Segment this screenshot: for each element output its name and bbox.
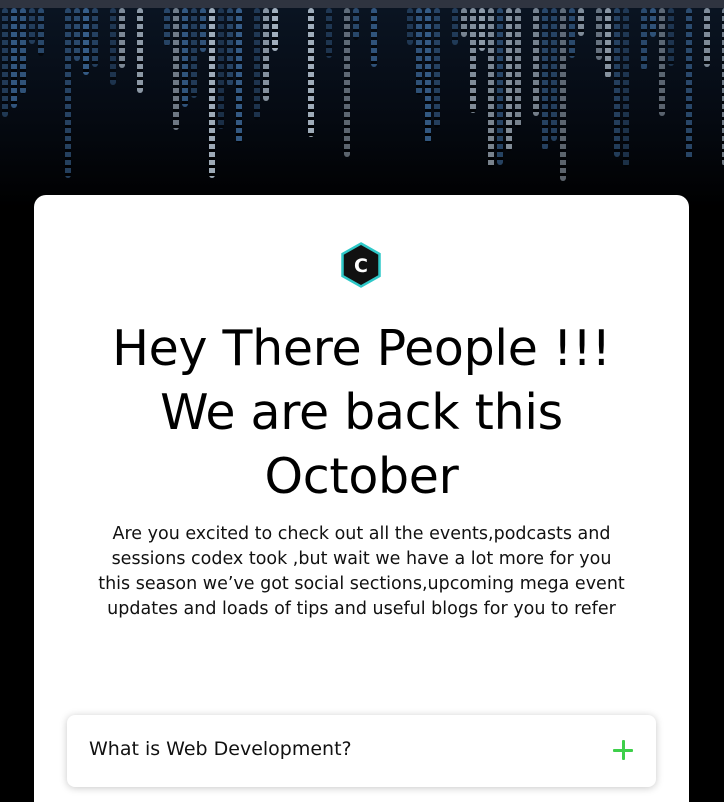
codex-logo-icon: C [341,242,381,288]
matrix-streak [371,8,377,67]
matrix-streak [353,8,359,40]
matrix-streak [569,8,575,58]
matrix-streak [20,8,26,94]
matrix-streak [191,8,197,98]
matrix-rain-banner [0,8,724,208]
matrix-streak [227,8,233,86]
matrix-streak [623,8,629,167]
matrix-streak [65,8,71,178]
matrix-streak [434,8,440,128]
matrix-streak [83,8,89,75]
matrix-streak [209,8,215,178]
matrix-streak [11,8,17,108]
matrix-streak [659,8,665,116]
matrix-streak [488,8,494,168]
matrix-streak [470,8,476,113]
matrix-streak [407,8,413,45]
matrix-streak [686,8,692,160]
matrix-streak [164,8,170,46]
matrix-streak [308,8,314,137]
matrix-streak [578,8,584,36]
logo-letter: C [354,255,368,277]
matrix-streak [137,8,143,93]
matrix-streak [92,8,98,67]
matrix-streak [479,8,485,51]
faq-item-web-development[interactable]: What is Web Development? [67,715,656,787]
matrix-streak [173,8,179,130]
matrix-streak [38,8,44,56]
matrix-streak [542,8,548,150]
hero-description: Are you excited to check out all the eve… [98,524,625,619]
matrix-streak [74,8,80,61]
matrix-streak [326,8,332,58]
matrix-streak [416,8,422,95]
matrix-streak [461,8,467,37]
matrix-streak [254,8,260,120]
matrix-streak [425,8,431,143]
matrix-streak [668,8,674,66]
matrix-streak [119,8,125,68]
matrix-streak [551,8,557,141]
hero-title: Hey There People !!! We are back this Oc… [112,320,611,505]
matrix-streak [515,8,521,128]
matrix-streak [200,8,206,52]
matrix-streak [218,8,224,129]
matrix-streak [29,8,35,44]
faq-question: What is Web Development? [89,738,352,760]
content-card: C Hey There People !!! We are back this … [34,195,689,802]
matrix-streak [110,8,116,85]
plus-icon[interactable] [613,740,633,760]
matrix-streak [605,8,611,78]
matrix-streak [560,8,566,181]
matrix-streak [506,8,512,151]
matrix-streak [452,8,458,45]
matrix-streak [182,8,188,107]
matrix-streak [497,8,503,165]
matrix-streak [2,8,8,117]
matrix-streak [533,8,539,116]
matrix-streak [263,8,269,101]
matrix-streak [641,8,647,70]
matrix-streak [596,8,602,60]
matrix-streak [614,8,620,157]
matrix-streak [272,8,278,51]
matrix-streak [704,8,710,67]
browser-top-strip [0,0,724,8]
page: C Hey There People !!! We are back this … [0,0,724,802]
matrix-streak [650,8,656,37]
matrix-streak [236,8,242,143]
matrix-streak [344,8,350,157]
